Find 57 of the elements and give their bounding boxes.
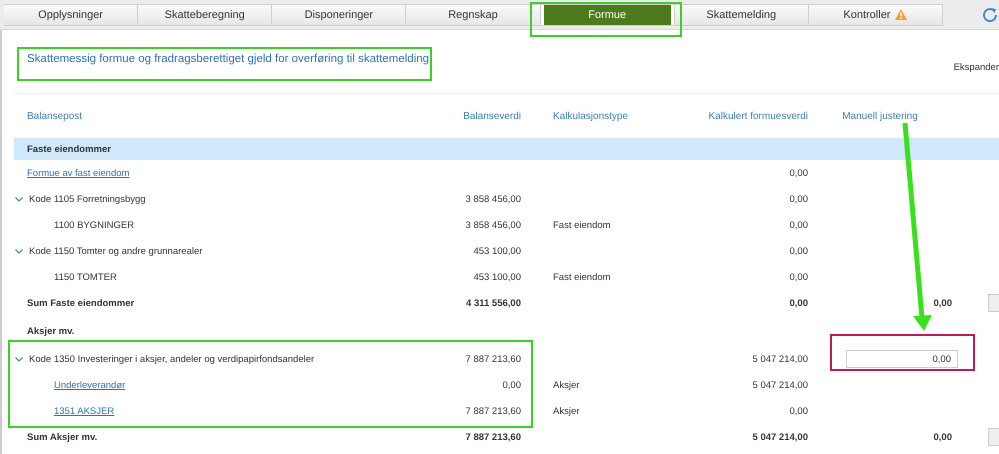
table-cell: Fast eiendom xyxy=(553,220,611,230)
tab[interactable]: Regnskap xyxy=(406,4,541,26)
tab[interactable]: Skatteberegning xyxy=(138,4,272,26)
table-cell: 4 311 556,00 xyxy=(466,298,521,308)
tab[interactable]: Disponeringer xyxy=(272,4,406,26)
column-header: Balansepost xyxy=(26,110,84,122)
column-header: Balanseverdi xyxy=(462,110,521,122)
chevron-icon[interactable] xyxy=(15,196,23,202)
table-cell: 5 047 214,00 xyxy=(752,354,808,364)
item-link[interactable]: Formue av fast eiendom xyxy=(27,168,130,178)
table-cell: 453 100,00 xyxy=(473,246,521,256)
chevron-icon[interactable] xyxy=(15,248,23,254)
table-cell: 0,00 xyxy=(790,220,808,230)
tab[interactable]: Kontroller xyxy=(808,4,944,26)
refresh-icon[interactable] xyxy=(981,6,999,24)
table-cell: 0,00 xyxy=(790,298,808,308)
table-cell: 0,00 xyxy=(934,298,952,308)
item-link[interactable]: 1351 AKSJER xyxy=(54,406,114,416)
table-cell: 5 047 214,00 xyxy=(752,432,808,442)
table-cell: 3 858 456,00 xyxy=(466,194,521,204)
row-label: 1100 BYGNINGER xyxy=(54,220,134,230)
expand-link[interactable]: Ekspander xyxy=(954,62,999,73)
table-cell: Aksjer xyxy=(553,380,580,390)
table-cell: 453 100,00 xyxy=(473,272,521,282)
table-cell: 7 887 213,60 xyxy=(466,406,521,416)
table-cell: 0,00 xyxy=(934,432,952,442)
row-label: Sum Aksjer mv. xyxy=(27,432,98,442)
row-label: Sum Faste eiendommer xyxy=(27,298,134,308)
tab[interactable]: Formue xyxy=(540,4,675,26)
row-label: 1150 TOMTER xyxy=(54,272,117,282)
table-cell: 0,00 xyxy=(790,194,808,204)
table-cell: 0,00 xyxy=(502,380,521,390)
row-label: Kode 1105 Forretningsbygg xyxy=(29,194,146,204)
table-cell: 0,00 xyxy=(790,168,808,178)
row-label: Faste eiendommer xyxy=(27,144,111,154)
table-cell: 7 887 213,60 xyxy=(466,354,521,364)
row-label: Kode 1350 Investeringer i aksjer, andeler og verdipapirfondsandeler xyxy=(29,354,314,364)
row-label: Kode 1150 Tomter og andre grunnarealer xyxy=(29,246,202,256)
chevron-icon[interactable] xyxy=(15,356,23,362)
column-header: Manuell justering xyxy=(841,110,919,122)
item-link[interactable]: Underleverandør xyxy=(54,380,126,390)
table-cell: 3 858 456,00 xyxy=(466,220,521,230)
table-cell: 0,00 xyxy=(790,246,808,256)
table-cell: Fast eiendom xyxy=(553,272,611,282)
tab[interactable]: Opplysninger xyxy=(4,4,138,26)
table-cell: 5 047 214,00 xyxy=(752,380,808,390)
warning-icon xyxy=(895,9,908,20)
column-header: Kalkulert formuesverdi xyxy=(708,110,808,122)
adjustment-field[interactable]: 0,00 xyxy=(846,350,958,368)
table-cell: 0,00 xyxy=(790,272,808,282)
page-heading: Skattemessig formue og fradragsberettiget gjeld for overføring til skattemelding xyxy=(27,53,430,65)
row-label: Aksjer mv. xyxy=(27,326,74,336)
table-cell: 0,00 xyxy=(790,406,808,416)
table-cell: Aksjer xyxy=(553,406,580,416)
tab[interactable]: Skattemelding xyxy=(674,4,809,26)
column-header: Kalkulasjonstype xyxy=(552,110,630,122)
table-cell: 7 887 213,60 xyxy=(466,432,521,442)
